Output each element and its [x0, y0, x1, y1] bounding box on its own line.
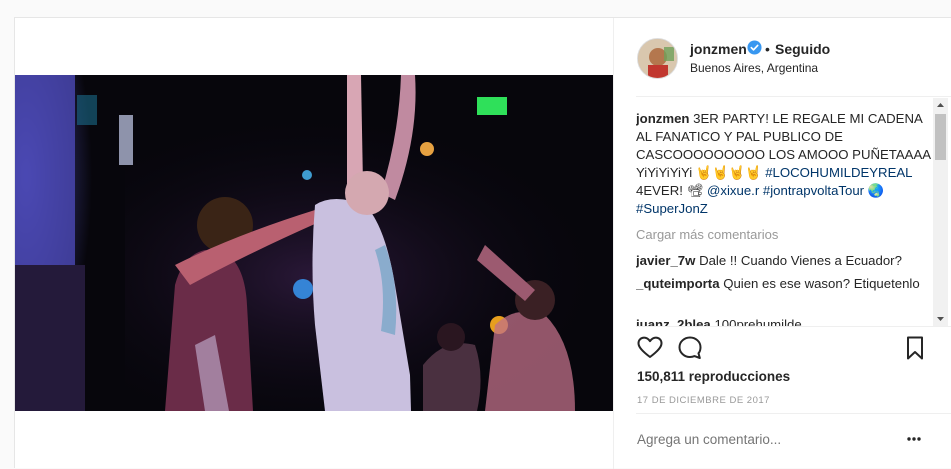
- follow-status-button[interactable]: Seguido: [775, 41, 830, 57]
- globe-emoji: 🌏: [867, 183, 885, 198]
- comment-item: juanz_2blea 100prehumilde: [636, 316, 926, 326]
- divider: [636, 96, 951, 97]
- post-date: 17 DE DICIEMBRE DE 2017: [637, 395, 770, 406]
- hashtag-link[interactable]: #LOCOHUMILDEYREAL: [765, 165, 912, 180]
- view-count[interactable]: 150,811 reproducciones: [637, 369, 790, 384]
- comment-item: _quteimporta Quien es ese wason? Etiquet…: [636, 275, 926, 293]
- verified-badge-icon: [747, 40, 762, 55]
- comment-username[interactable]: javier_7w: [636, 253, 695, 268]
- comment-text: Quien es ese wason? Etiquetenlo: [723, 276, 920, 291]
- follow-separator: •: [765, 41, 770, 57]
- video-frame: [15, 75, 613, 411]
- add-comment-input[interactable]: [637, 432, 897, 447]
- comment-item: javier_7w Dale !! Cuando Vienes a Ecuado…: [636, 252, 926, 270]
- comment-text: 100prehumilde: [714, 317, 802, 326]
- scroll-up-arrow-icon[interactable]: [933, 98, 948, 112]
- hashtag-link-3[interactable]: #SuperJonZ: [636, 201, 708, 216]
- comments-scrollbar[interactable]: [933, 98, 948, 326]
- caption-username[interactable]: jonzmen: [636, 111, 689, 126]
- scrollbar-thumb[interactable]: [935, 114, 946, 160]
- post-video[interactable]: [15, 75, 613, 411]
- divider: [636, 413, 951, 414]
- post-side-panel: jonzmen • Seguido Buenos Aires, Argentin…: [613, 18, 951, 469]
- post-header: jonzmen • Seguido Buenos Aires, Argentin…: [614, 18, 951, 96]
- comment-username[interactable]: _quteimporta: [636, 276, 720, 291]
- caption: jonzmen 3ER PARTY! LE REGALE MI CADENA A…: [636, 110, 936, 218]
- username-link[interactable]: jonzmen: [690, 41, 747, 57]
- post-actions: [636, 334, 936, 364]
- avatar-image: [638, 39, 677, 78]
- bookmark-icon[interactable]: [901, 334, 929, 362]
- post-card: jonzmen • Seguido Buenos Aires, Argentin…: [14, 17, 951, 469]
- hashtag-link-2[interactable]: #jontrapvoltaTour: [763, 183, 864, 198]
- caption-text-2: 4EVER! 📽: [636, 183, 704, 198]
- avatar[interactable]: [637, 38, 678, 79]
- scroll-down-arrow-icon[interactable]: [933, 312, 948, 326]
- comment-text: Dale !! Cuando Vienes a Ecuador?: [699, 253, 902, 268]
- more-options-icon[interactable]: [906, 434, 922, 444]
- heart-icon[interactable]: [636, 334, 664, 362]
- comments-list[interactable]: jonzmen 3ER PARTY! LE REGALE MI CADENA A…: [636, 98, 948, 326]
- mention-link[interactable]: @xixue.r: [707, 183, 759, 198]
- location-link[interactable]: Buenos Aires, Argentina: [690, 61, 818, 75]
- comment-icon[interactable]: [676, 334, 704, 362]
- comment-username[interactable]: juanz_2blea: [636, 317, 711, 326]
- divider: [636, 326, 951, 327]
- load-more-comments-button[interactable]: Cargar más comentarios: [636, 227, 778, 242]
